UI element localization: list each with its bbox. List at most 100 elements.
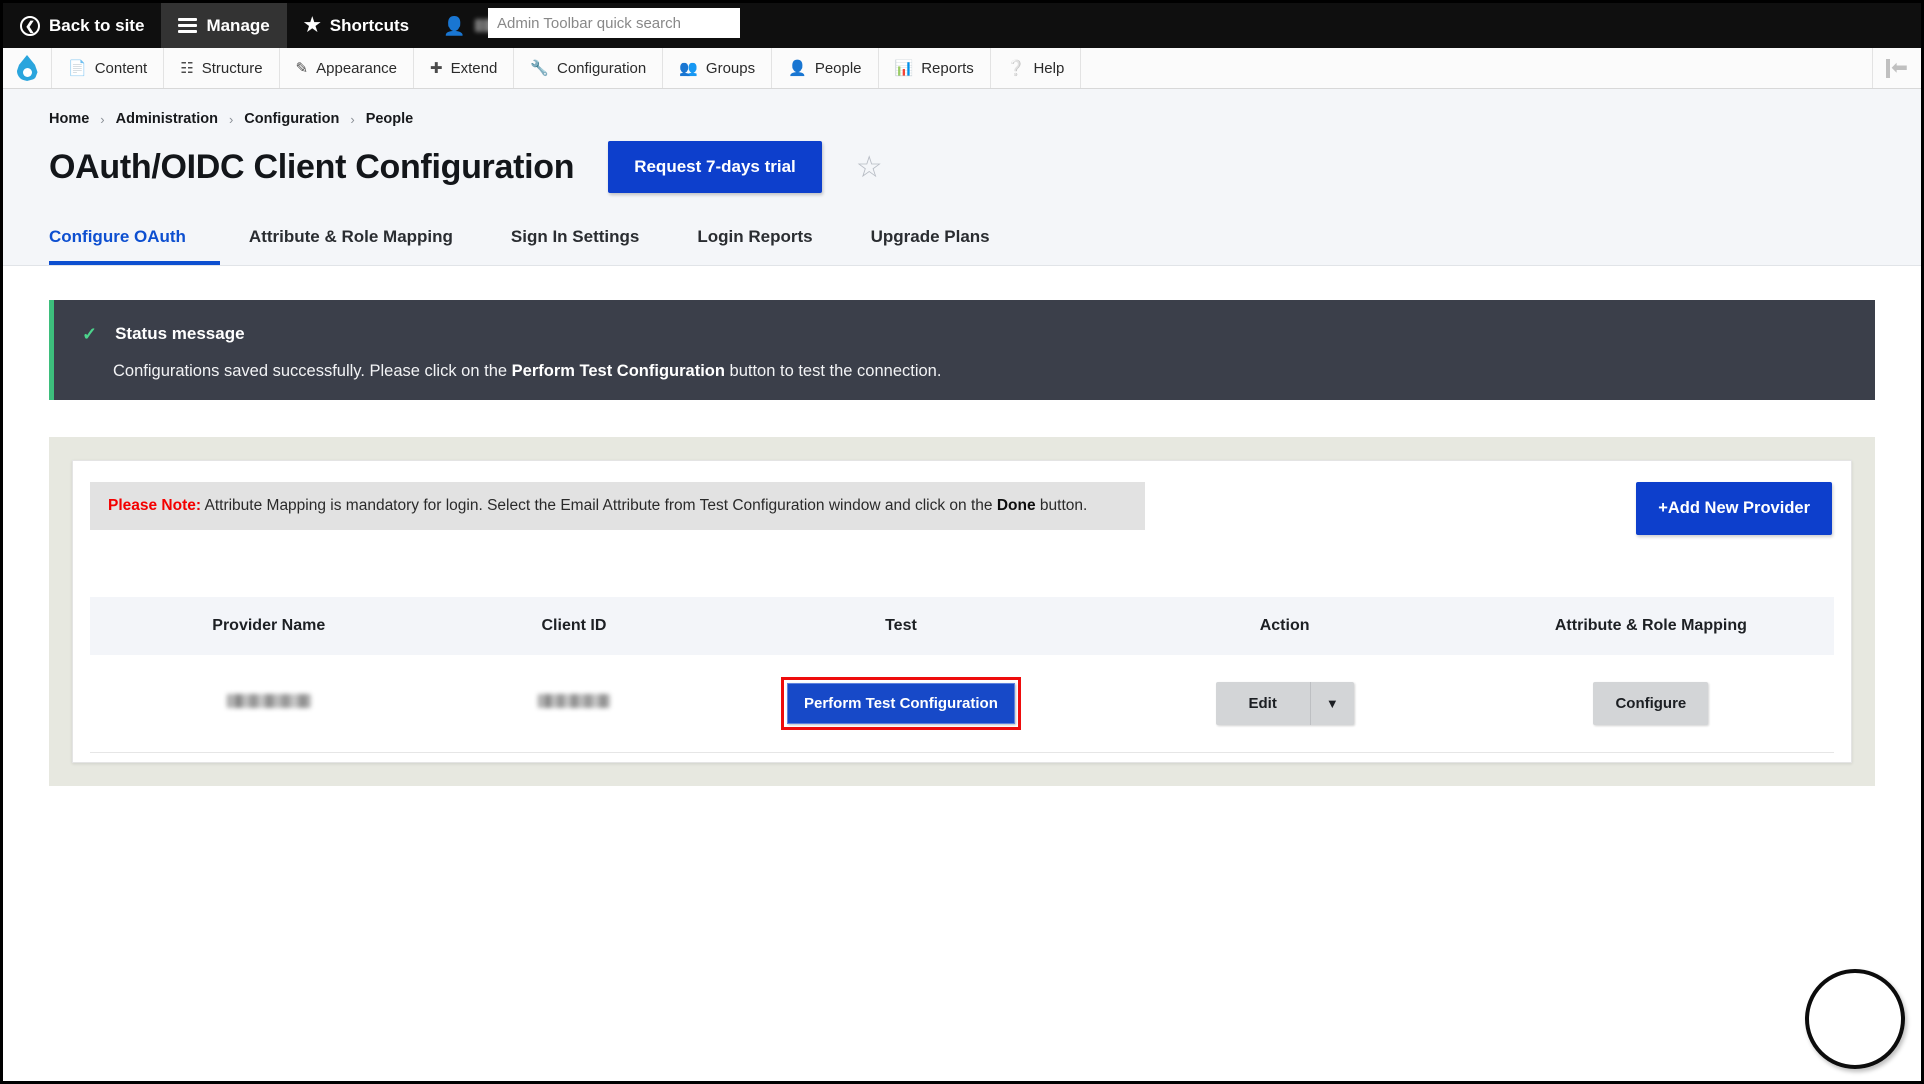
menu-item-help[interactable]: ❔ Help — [991, 48, 1082, 88]
note-text-bold: Done — [996, 497, 1036, 514]
star-outline-icon[interactable]: ☆ — [856, 153, 883, 183]
cell-attribute-role-mapping: Configure — [1467, 655, 1834, 753]
providers-table: Provider Name Client ID Test Action Attr… — [90, 597, 1834, 753]
menu-item-label: Groups — [705, 59, 756, 77]
menu-item-configuration[interactable]: 🔧 Configuration — [514, 48, 664, 88]
status-text-before: Configurations saved successfully. Pleas… — [113, 362, 512, 380]
drupal-droplet-icon — [16, 55, 38, 81]
note-text-after: button. — [1035, 497, 1088, 514]
menu-item-people[interactable]: 👤 People — [772, 48, 879, 88]
cell-provider-name — [90, 655, 448, 753]
cell-client-id — [447, 655, 701, 753]
perform-test-highlight: Perform Test Configuration — [780, 677, 1021, 730]
puzzle-icon: ✚ — [430, 59, 443, 77]
breadcrumb-item-administration[interactable]: Administration — [116, 111, 218, 127]
table-body: Perform Test Configuration Edit ▼ Config… — [90, 655, 1834, 753]
tab-configure-oauth[interactable]: Configure OAuth — [49, 217, 220, 265]
status-text-bold: Perform Test Configuration — [511, 362, 725, 380]
menu-item-extend[interactable]: ✚ Extend — [414, 48, 515, 88]
manage-tab[interactable]: Manage — [161, 3, 287, 48]
breadcrumb: Home › Administration › Configuration › … — [3, 111, 1921, 127]
status-message: ✓ Status message Configurations saved su… — [49, 300, 1875, 400]
menu-item-groups[interactable]: 👥 Groups — [663, 48, 773, 88]
column-header-attribute-role-mapping: Attribute & Role Mapping — [1467, 597, 1834, 655]
tab-sign-in-settings[interactable]: Sign In Settings — [482, 217, 668, 265]
menu-item-label: Content — [94, 59, 148, 77]
menu-item-appearance[interactable]: ✎ Appearance — [280, 48, 415, 88]
star-icon: ★ — [303, 15, 321, 36]
chevron-left-icon: ❮ — [20, 15, 40, 36]
admin-toolbar-search-input[interactable] — [488, 8, 740, 38]
table-header: Provider Name Client ID Test Action Attr… — [90, 597, 1834, 655]
tab-attribute-role-mapping[interactable]: Attribute & Role Mapping — [220, 217, 482, 265]
add-new-provider-button[interactable]: +Add New Provider — [1636, 482, 1832, 535]
column-header-provider-name: Provider Name — [90, 597, 448, 655]
shortcuts-tab[interactable]: ★ Shortcuts — [287, 3, 426, 48]
drupal-logo[interactable] — [3, 48, 52, 88]
hamburger-icon — [178, 18, 198, 33]
breadcrumb-item-people[interactable]: People — [366, 111, 414, 127]
column-header-client-id: Client ID — [447, 597, 701, 655]
sitemap-icon: ☷ — [180, 59, 194, 77]
menu-item-label: Structure — [201, 59, 263, 77]
provider-name-redacted — [226, 694, 311, 708]
menu-item-reports[interactable]: 📊 Reports — [879, 48, 991, 88]
manage-label: Manage — [206, 15, 270, 35]
note-text-before: Attribute Mapping is mandatory for login… — [201, 497, 997, 514]
menu-spacer — [1081, 48, 1873, 88]
title-row: OAuth/OIDC Client Configuration Request … — [3, 141, 1921, 193]
status-message-title: Status message — [115, 324, 245, 343]
request-trial-button[interactable]: Request 7-days trial — [608, 141, 822, 193]
status-message-header: ✓ Status message — [82, 324, 1847, 344]
breadcrumb-separator-icon: › — [228, 111, 234, 127]
main-content: ✓ Status message Configurations saved su… — [3, 300, 1921, 786]
menu-item-label: Appearance — [316, 59, 398, 77]
admin-menu-bar: 📄 Content ☷ Structure ✎ Appearance ✚ Ext… — [3, 48, 1921, 89]
toolbar-collapse-button[interactable]: ⬅ — [1873, 48, 1921, 88]
breadcrumb-item-home[interactable]: Home — [49, 111, 89, 127]
perform-test-configuration-button[interactable]: Perform Test Configuration — [786, 683, 1015, 724]
menu-item-label: Extend — [450, 59, 498, 77]
wrench-icon: 🔧 — [530, 59, 549, 77]
question-circle-icon: ❔ — [1006, 59, 1026, 77]
paintbrush-icon: ✎ — [295, 59, 309, 77]
menu-item-label: Reports — [921, 59, 974, 77]
bar-chart-icon: 📊 — [894, 59, 914, 77]
collapse-left-icon: ⬅ — [1886, 58, 1908, 78]
menu-item-label: Configuration — [557, 59, 647, 77]
client-id-redacted — [537, 694, 610, 708]
chevron-down-icon[interactable]: ▼ — [1311, 682, 1354, 725]
table-header-row: Provider Name Client ID Test Action Attr… — [90, 597, 1834, 655]
menu-item-content[interactable]: 📄 Content — [52, 48, 165, 88]
page-header: Home › Administration › Configuration › … — [3, 89, 1921, 266]
menu-item-label: People — [814, 59, 862, 77]
back-to-site-button[interactable]: ❮ Back to site — [3, 3, 161, 48]
page-title: OAuth/OIDC Client Configuration — [49, 147, 575, 186]
provider-card: Please Note: Attribute Mapping is mandat… — [72, 460, 1852, 763]
group-icon: 👥 — [679, 59, 698, 77]
status-message-body: Configurations saved successfully. Pleas… — [113, 362, 1847, 381]
note-row: Please Note: Attribute Mapping is mandat… — [90, 482, 1834, 535]
menu-item-structure[interactable]: ☷ Structure — [164, 48, 280, 88]
menu-item-label: Help — [1033, 59, 1065, 77]
breadcrumb-item-configuration[interactable]: Configuration — [244, 111, 339, 127]
people-icon: 👤 — [788, 59, 807, 77]
document-icon: 📄 — [68, 59, 87, 77]
column-header-test: Test — [700, 597, 1102, 655]
tab-login-reports[interactable]: Login Reports — [668, 217, 841, 265]
shortcuts-label: Shortcuts — [329, 15, 410, 35]
tab-upgrade-plans[interactable]: Upgrade Plans — [842, 217, 1019, 265]
breadcrumb-separator-icon: › — [100, 111, 105, 127]
table-row: Perform Test Configuration Edit ▼ Config… — [90, 655, 1834, 753]
edit-button[interactable]: Edit — [1216, 682, 1311, 725]
please-note-label: Please Note: — [108, 497, 202, 514]
provider-panel: Please Note: Attribute Mapping is mandat… — [49, 437, 1875, 786]
action-split-button: Edit ▼ — [1215, 682, 1354, 725]
please-note-banner: Please Note: Attribute Mapping is mandat… — [90, 482, 1145, 531]
browser-screenshot: ❮ Back to site Manage ★ Shortcuts 👤 📄 Co… — [0, 0, 1924, 1084]
page-tabs: Configure OAuth Attribute & Role Mapping… — [3, 217, 1921, 265]
configure-button[interactable]: Configure — [1593, 682, 1709, 725]
back-to-site-label: Back to site — [49, 15, 145, 35]
cell-action: Edit ▼ — [1101, 655, 1468, 753]
admin-toolbar: ❮ Back to site Manage ★ Shortcuts 👤 — [3, 3, 1921, 48]
